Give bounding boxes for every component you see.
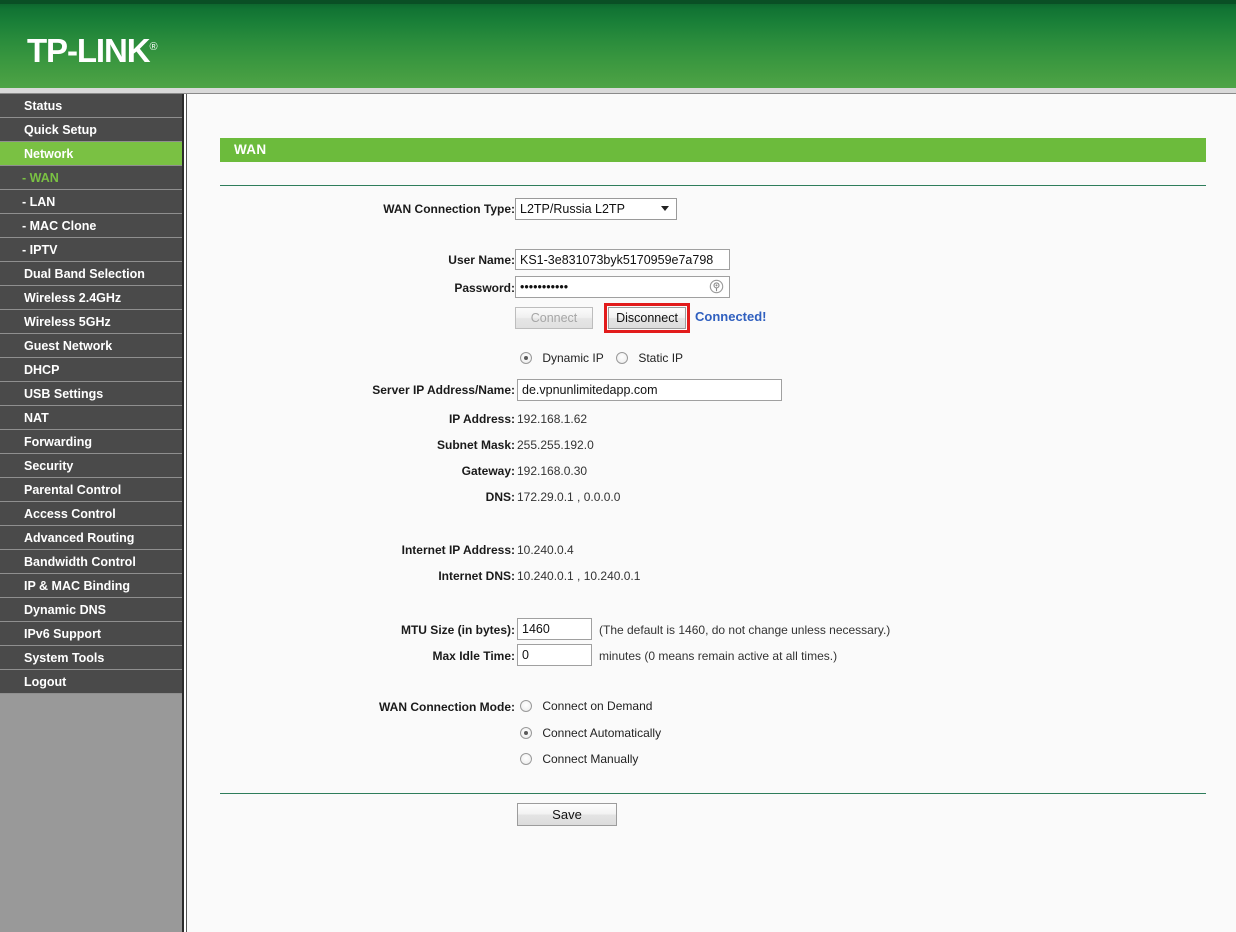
connection-status-text: Connected!: [695, 309, 767, 324]
max-idle-time-label: Max Idle Time:: [432, 649, 515, 663]
sidebar-item-dhcp[interactable]: DHCP: [0, 358, 182, 382]
mtu-size-hint: (The default is 1460, do not change unle…: [599, 623, 891, 637]
sidebar-item-wan[interactable]: - WAN: [0, 166, 182, 190]
radio-connect-manually[interactable]: [520, 753, 532, 765]
sidebar-item-dual-band-selection[interactable]: Dual Band Selection: [0, 262, 182, 286]
password-field-wrap[interactable]: [515, 276, 730, 298]
save-button[interactable]: Save: [517, 803, 617, 826]
sidebar-item-ipv6-support[interactable]: IPv6 Support: [0, 622, 182, 646]
header-top-edge: [0, 0, 1236, 4]
divider-top: [220, 185, 1206, 186]
sidebar-item-dynamic-dns[interactable]: Dynamic DNS: [0, 598, 182, 622]
sidebar-item-wireless-5ghz[interactable]: Wireless 5GHz: [0, 310, 182, 334]
mode-connect-automatically-label: Connect Automatically: [542, 726, 662, 740]
ip-mode-static-label: Static IP: [638, 351, 684, 365]
sidebar-item-mac-clone[interactable]: - MAC Clone: [0, 214, 182, 238]
sidebar-item-status[interactable]: Status: [0, 94, 182, 118]
sidebar-item-bandwidth-control[interactable]: Bandwidth Control: [0, 550, 182, 574]
mtu-size-label: MTU Size (in bytes):: [400, 623, 515, 637]
dns-label: DNS:: [485, 490, 515, 504]
sidebar: Status Quick Setup Network - WAN - LAN - MAC …: [0, 94, 184, 932]
disconnect-button[interactable]: Disconnect: [608, 307, 686, 329]
mode-connect-automatically-option[interactable]: Connect Automatically: [520, 726, 661, 740]
sidebar-item-parental-control[interactable]: Parental Control: [0, 478, 182, 502]
content-area: WAN WAN Connection Type: L2TP/Russia L2T…: [186, 94, 1236, 932]
page-header: TP-LINK®: [0, 0, 1236, 88]
ip-mode-dynamic-label: Dynamic IP: [542, 351, 604, 365]
sidebar-item-access-control[interactable]: Access Control: [0, 502, 182, 526]
password-input[interactable]: [515, 276, 730, 298]
logo-text: TP-LINK: [27, 32, 151, 69]
ip-address-value: 192.168.1.62: [517, 412, 588, 426]
wan-connection-type-label: WAN Connection Type:: [383, 202, 515, 216]
sidebar-item-lan[interactable]: - LAN: [0, 190, 182, 214]
divider-bottom: [220, 793, 1206, 794]
sidebar-menu: Status Quick Setup Network - WAN - LAN - MAC …: [0, 94, 182, 694]
mode-connect-on-demand-option[interactable]: Connect on Demand: [520, 699, 652, 713]
sidebar-item-guest-network[interactable]: Guest Network: [0, 334, 182, 358]
max-idle-time-input[interactable]: [517, 644, 592, 666]
sidebar-item-quick-setup[interactable]: Quick Setup: [0, 118, 182, 142]
sidebar-item-system-tools[interactable]: System Tools: [0, 646, 182, 670]
internet-ip-address-value: 10.240.0.4: [517, 543, 574, 557]
subnet-mask-value: 255.255.192.0: [517, 438, 594, 452]
username-input[interactable]: [515, 249, 730, 270]
internet-ip-address-label: Internet IP Address:: [401, 543, 515, 557]
radio-connect-on-demand[interactable]: [520, 700, 532, 712]
page-title: WAN: [234, 142, 267, 157]
subnet-mask-label: Subnet Mask:: [436, 438, 515, 452]
server-address-input[interactable]: [517, 379, 782, 401]
ip-address-label: IP Address:: [448, 412, 515, 426]
mode-connect-manually-label: Connect Manually: [542, 752, 639, 766]
internet-dns-label: Internet DNS:: [438, 569, 515, 583]
radio-connect-automatically[interactable]: [520, 727, 532, 739]
internet-dns-value: 10.240.0.1 , 10.240.0.1: [517, 569, 641, 583]
tplink-logo: TP-LINK®: [27, 30, 158, 68]
sidebar-item-wireless-2-4ghz[interactable]: Wireless 2.4GHz: [0, 286, 182, 310]
username-label: User Name:: [448, 253, 515, 267]
router-admin-page: TP-LINK® Status Quick Setup Network - WAN - …: [0, 0, 1236, 932]
gateway-value: 192.168.0.30: [517, 464, 588, 478]
page-title-bar: WAN: [220, 138, 1206, 162]
wan-connection-mode-label: WAN Connection Mode:: [379, 700, 515, 714]
sidebar-item-advanced-routing[interactable]: Advanced Routing: [0, 526, 182, 550]
wan-connection-type-select[interactable]: L2TP/Russia L2TP: [515, 198, 677, 220]
eye-reveal-icon[interactable]: [709, 279, 724, 294]
sidebar-item-usb-settings[interactable]: USB Settings: [0, 382, 182, 406]
sidebar-item-network[interactable]: Network: [0, 142, 182, 166]
sidebar-item-ip-mac-binding[interactable]: IP & MAC Binding: [0, 574, 182, 598]
sidebar-item-security[interactable]: Security: [0, 454, 182, 478]
gateway-label: Gateway:: [461, 464, 515, 478]
sidebar-item-iptv[interactable]: - IPTV: [0, 238, 182, 262]
connect-button[interactable]: Connect: [515, 307, 593, 329]
ip-mode-dynamic-option[interactable]: Dynamic IP: [520, 351, 604, 365]
dns-value: 172.29.0.1 , 0.0.0.0: [517, 490, 621, 504]
sidebar-item-forwarding[interactable]: Forwarding: [0, 430, 182, 454]
ip-mode-static-option[interactable]: Static IP: [616, 351, 683, 365]
sidebar-item-nat[interactable]: NAT: [0, 406, 182, 430]
password-label: Password:: [454, 281, 515, 295]
wan-connection-type-select-wrap[interactable]: L2TP/Russia L2TP: [515, 198, 677, 220]
max-idle-time-hint: minutes (0 means remain active at all ti…: [599, 649, 838, 663]
radio-dynamic-ip[interactable]: [520, 352, 532, 364]
logo-registered-mark: ®: [149, 41, 158, 53]
radio-static-ip[interactable]: [616, 352, 628, 364]
mode-connect-on-demand-label: Connect on Demand: [542, 699, 653, 713]
mtu-size-input[interactable]: [517, 618, 592, 640]
mode-connect-manually-option[interactable]: Connect Manually: [520, 752, 638, 766]
sidebar-item-logout[interactable]: Logout: [0, 670, 182, 694]
server-address-label: Server IP Address/Name:: [372, 383, 515, 397]
